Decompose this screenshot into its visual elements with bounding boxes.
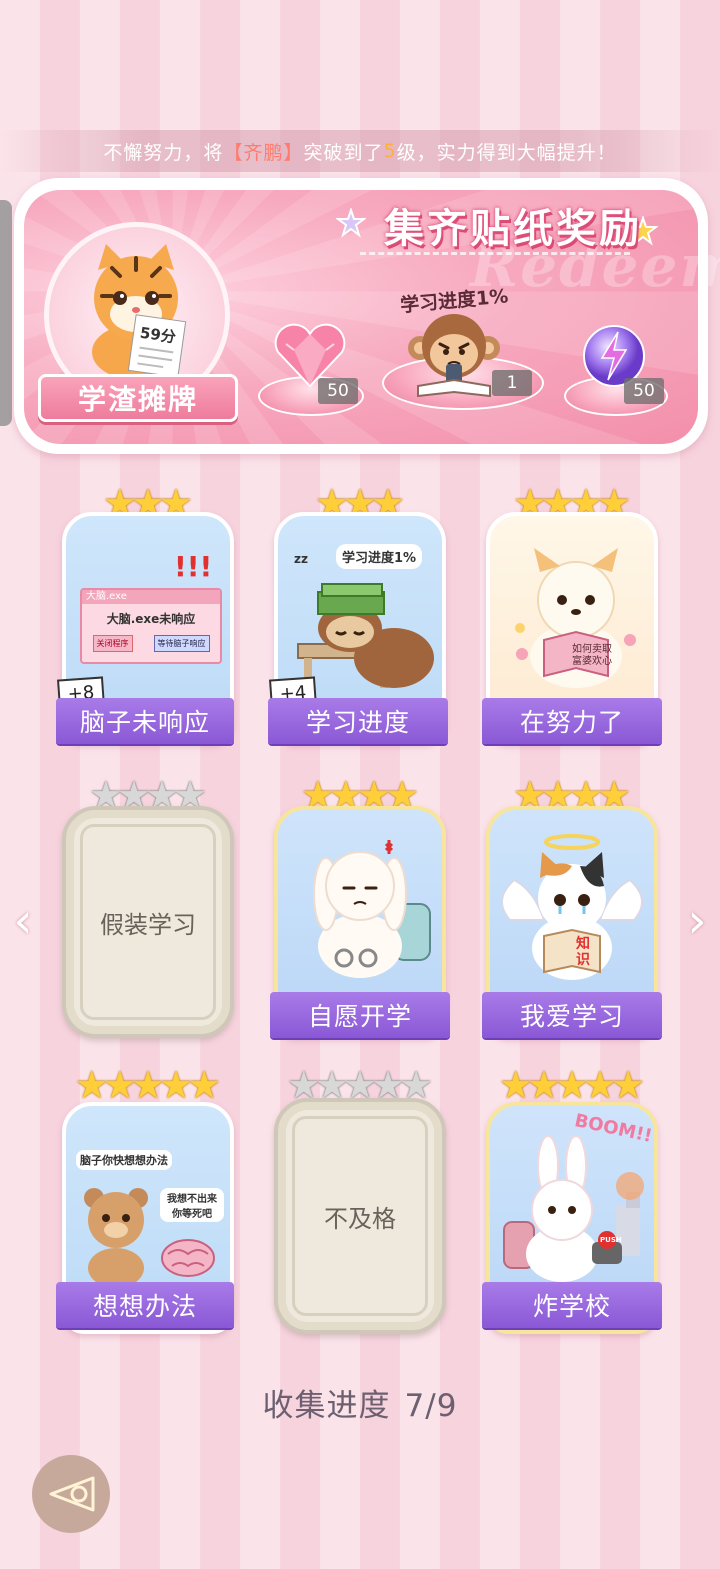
brain-exe-not-responding-icon: 大脑.exe 大脑.exe未响应 关闭程序 等待脑子响应 xyxy=(80,588,222,664)
card-stars: ★ ★ ★ ★ ★ xyxy=(486,1066,658,1104)
art-book-title: 知识 xyxy=(576,936,590,968)
ticker-suffix: 级，实力得到大幅提升！ xyxy=(396,141,617,164)
star-icon: ★ xyxy=(187,1063,222,1107)
reward-banner-title: 集齐贴纸奖励 xyxy=(384,206,642,252)
star-decoration-icon xyxy=(336,208,366,238)
art-close-button: 关闭程序 xyxy=(92,635,133,652)
reward-count: 50 xyxy=(318,378,358,404)
art-speech-bubble: 脑子你快想想办法 xyxy=(76,1150,172,1170)
bear-and-brain-icon xyxy=(84,1188,215,1286)
ticker-prefix: 不懈努力，将 xyxy=(103,141,224,164)
card-label: 我爱学习 xyxy=(482,992,662,1038)
side-drawer-handle[interactable] xyxy=(0,200,12,426)
ticker-player-name: 【齐鹏】 xyxy=(223,141,304,164)
reward-count: 50 xyxy=(624,378,664,404)
collection-progress-label: 收集进度 xyxy=(262,1388,391,1424)
art-book-title: 如何卖取富婆欢心 xyxy=(572,644,612,667)
card-stars: ★ ★ ★ ★ ★ xyxy=(62,1066,234,1104)
card-label: 在努力了 xyxy=(482,698,662,744)
card-label: 炸学校 xyxy=(482,1282,662,1328)
locked-card-title: 假装学习 xyxy=(100,910,196,939)
announcement-ticker: 不懈努力，将 【齐鹏】 突破到了 5 级，实力得到大幅提升！ xyxy=(0,130,720,172)
art-window-text: 大脑.exe未响应 xyxy=(106,612,196,626)
star-icon: ★ xyxy=(611,1063,646,1107)
dog-reading-icon xyxy=(515,548,636,688)
card-label: 学习进度 xyxy=(268,698,448,744)
tiger-holding-paper-icon xyxy=(92,244,187,380)
ticker-middle: 突破到了 xyxy=(303,141,384,164)
next-page-arrow-icon[interactable]: › xyxy=(682,896,712,946)
badge-label: 学渣摊牌 xyxy=(38,374,238,422)
collection-progress-value: 7/9 xyxy=(404,1388,458,1424)
card-label: 脑子未响应 xyxy=(56,698,234,744)
locked-sticker-card[interactable]: 不及格 xyxy=(274,1098,446,1334)
bunny-handcuffed-icon xyxy=(313,840,431,978)
locked-card-title: 不及格 xyxy=(324,1204,396,1233)
locked-sticker-card[interactable]: 假装学习 xyxy=(62,806,234,1038)
reward-count: 1 xyxy=(492,370,532,396)
collection-progress: 收集进度 7/9 xyxy=(0,1380,720,1425)
ticker-level: 5 xyxy=(383,140,397,162)
back-arrow-icon xyxy=(49,1476,95,1512)
prev-page-arrow-icon[interactable]: ‹ xyxy=(8,896,38,946)
exclamation-icon: !!! xyxy=(174,550,213,583)
title-dash-divider xyxy=(360,252,630,255)
art-window-title: 大脑.exe xyxy=(82,590,220,604)
art-wait-button: 等待脑子响应 xyxy=(153,635,210,652)
monkey-reading-icon[interactable] xyxy=(406,308,502,400)
art-push-button-text: PUSH xyxy=(600,1236,622,1244)
card-label: 自愿开学 xyxy=(270,992,450,1038)
art-speech-bubble: 学习进度1% xyxy=(336,544,423,569)
angel-cat-icon xyxy=(501,834,643,980)
sleep-zz-icon: zz xyxy=(294,552,308,566)
bunny-boom-icon xyxy=(503,1136,644,1282)
card-label: 想想办法 xyxy=(56,1282,234,1328)
back-button[interactable] xyxy=(32,1455,110,1533)
